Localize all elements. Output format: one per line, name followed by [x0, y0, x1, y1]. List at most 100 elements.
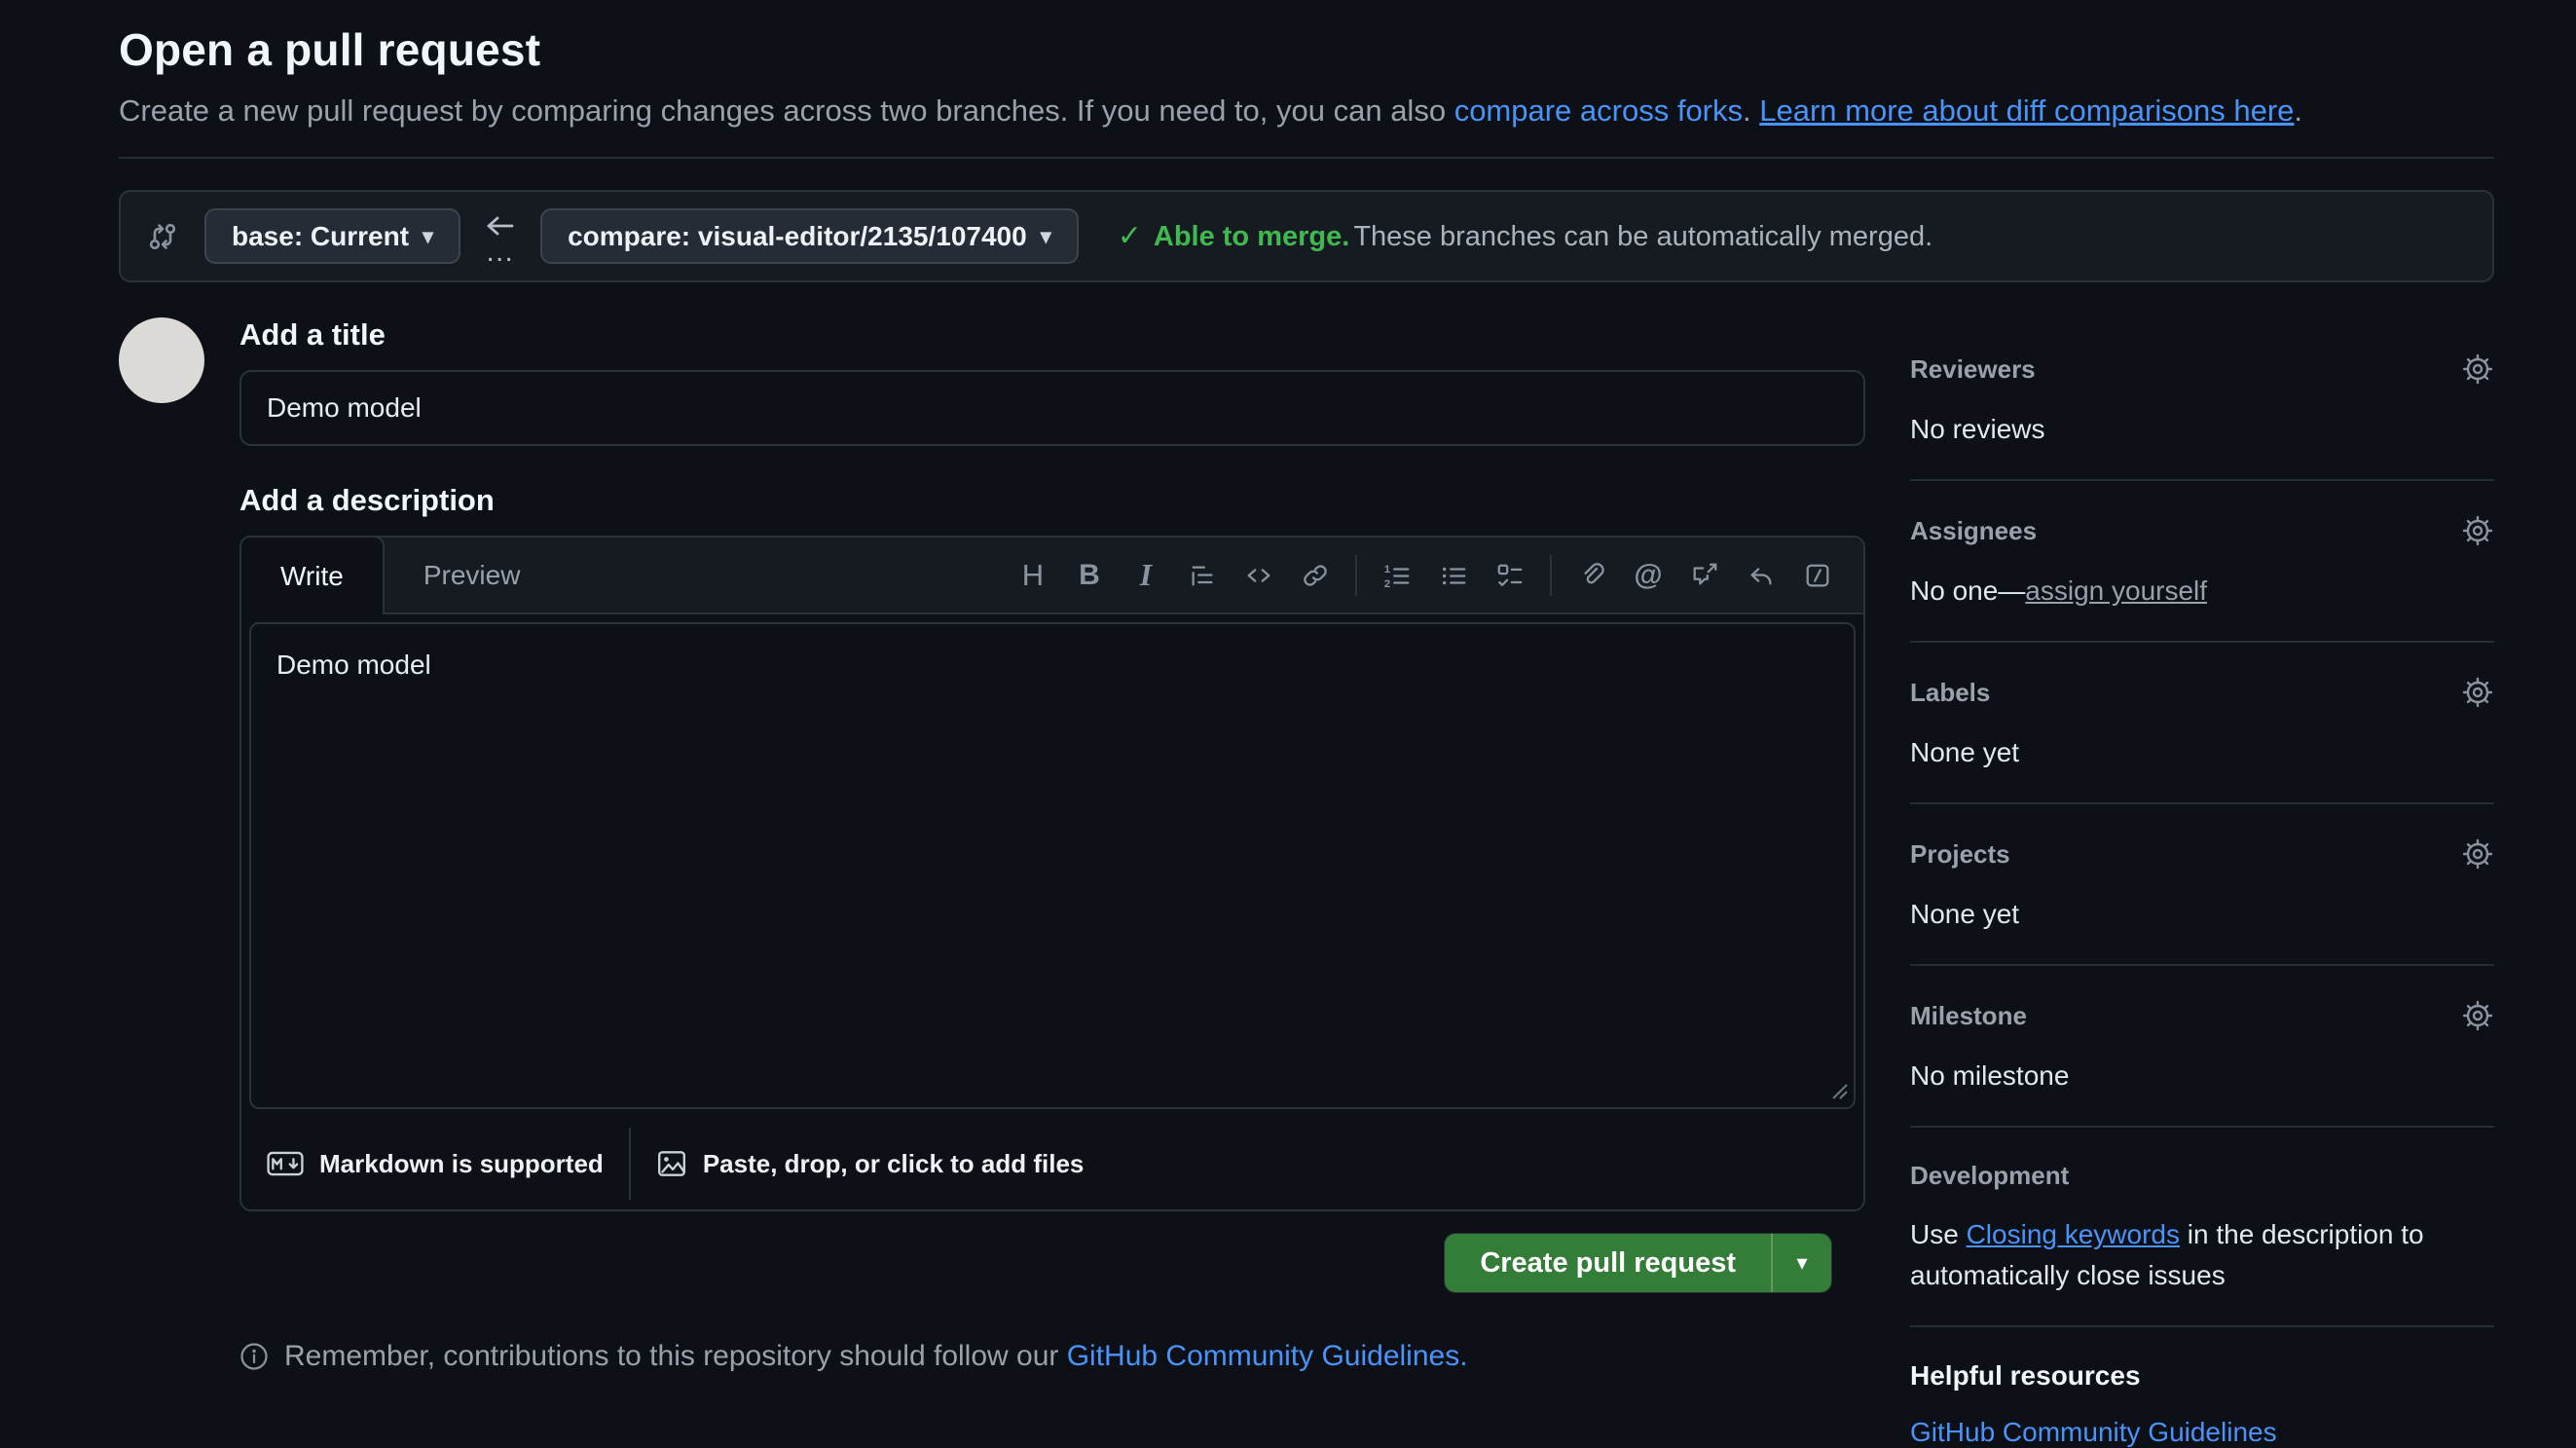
sidebar-section-labels: Labels None yet	[1910, 676, 2494, 804]
compare-branch-selector[interactable]: compare: visual-editor/2135/107400 ▾	[540, 208, 1079, 264]
heading-button[interactable]: H	[1005, 544, 1061, 607]
markdown-toolbar: H B I 12	[1005, 538, 1863, 613]
community-guidelines-link[interactable]: GitHub Community Guidelines.	[1067, 1340, 1468, 1372]
numbered-list-icon: 12	[1382, 561, 1412, 590]
paperclip-icon	[1577, 561, 1606, 590]
reviewers-gear-button[interactable]	[2461, 353, 2494, 386]
compare-direction: …	[482, 211, 519, 262]
base-branch-label: base: Current	[232, 221, 409, 252]
submit-row: Create pull request ▾	[239, 1233, 1865, 1293]
avatar-column	[119, 317, 239, 1448]
markdown-supported[interactable]: Markdown is supported	[267, 1149, 604, 1179]
pr-description-textarea[interactable]: Demo model	[249, 622, 1856, 1109]
subtitle-text: Create a new pull request by comparing c…	[119, 93, 1454, 128]
header-divider	[119, 157, 2494, 159]
learn-more-diff-link[interactable]: Learn more about diff comparisons here	[1759, 93, 2294, 128]
italic-button[interactable]: I	[1118, 544, 1174, 607]
projects-value: None yet	[1910, 894, 2494, 935]
milestone-title: Milestone	[1910, 1001, 2027, 1031]
gear-icon	[2461, 514, 2494, 547]
labels-gear-button[interactable]	[2461, 676, 2494, 709]
page-title: Open a pull request	[119, 23, 2494, 76]
tab-preview[interactable]: Preview	[385, 538, 560, 613]
gear-icon	[2461, 676, 2494, 709]
bold-button[interactable]: B	[1061, 544, 1118, 607]
helpful-resources-title: Helpful resources	[1910, 1360, 2494, 1392]
helpful-resources: Helpful resources GitHub Community Guide…	[1910, 1360, 2494, 1448]
title-field-label: Add a title	[239, 317, 1865, 353]
caret-down-icon: ▾	[423, 226, 433, 247]
toolbar-separator	[1355, 555, 1357, 596]
editor-footer: Markdown is supported Paste, drop, or cl…	[241, 1122, 1863, 1209]
closing-keywords-link[interactable]: Closing keywords	[1967, 1219, 2180, 1249]
labels-title: Labels	[1910, 678, 1990, 708]
svg-text:2: 2	[1384, 578, 1390, 590]
merge-status-detail: These branches can be automatically merg…	[1353, 221, 1932, 252]
attach-files-label: Paste, drop, or click to add files	[703, 1149, 1085, 1179]
toolbar-separator	[1550, 555, 1552, 596]
bullet-list-button[interactable]	[1425, 544, 1482, 607]
sidebar-section-assignees: Assignees No one—assign yourself	[1910, 514, 2494, 643]
subtitle-text: .	[2294, 93, 2302, 128]
merge-status: ✓ Able to merge.These branches can be au…	[1118, 219, 1932, 253]
attach-file-button[interactable]	[1564, 544, 1620, 607]
task-list-icon	[1495, 561, 1525, 590]
link-button[interactable]	[1287, 544, 1343, 607]
mention-icon: @	[1634, 559, 1662, 592]
code-button[interactable]	[1231, 544, 1287, 607]
resize-grip[interactable]	[1830, 1082, 1850, 1106]
link-icon	[1301, 561, 1330, 590]
markdown-editor: Write Preview H B I	[239, 536, 1865, 1211]
sidebar-section-reviewers: Reviewers No reviews	[1910, 353, 2494, 481]
slash-command-button[interactable]	[1789, 544, 1846, 607]
avatar	[119, 317, 204, 403]
create-pull-request-button[interactable]: Create pull request	[1445, 1234, 1771, 1292]
gear-icon	[2461, 999, 2494, 1032]
sidebar-section-projects: Projects None yet	[1910, 837, 2494, 966]
create-pull-request-dropdown[interactable]: ▾	[1771, 1234, 1831, 1292]
merge-status-title: Able to merge.	[1154, 221, 1349, 252]
pr-form: Add a title Add a description Write Prev…	[239, 317, 1865, 1448]
attach-files-area[interactable]: Paste, drop, or click to add files	[656, 1148, 1085, 1179]
svg-text:1: 1	[1384, 564, 1390, 575]
check-icon: ✓	[1118, 219, 1142, 253]
compare-across-forks-link[interactable]: compare across forks	[1454, 93, 1743, 128]
assign-yourself-link[interactable]: assign yourself	[2025, 575, 2207, 606]
page-header: Open a pull request Create a new pull re…	[119, 23, 2494, 131]
helpful-community-guidelines-link[interactable]: GitHub Community Guidelines	[1910, 1417, 2277, 1448]
image-icon	[656, 1148, 687, 1179]
markdown-icon	[267, 1151, 304, 1176]
community-guidelines-note: Remember, contributions to this reposito…	[239, 1340, 1865, 1373]
development-title: Development	[1910, 1161, 2069, 1191]
description-field-label: Add a description	[239, 483, 1865, 518]
cross-reference-button[interactable]	[1676, 544, 1733, 607]
subtitle-text: .	[1743, 93, 1759, 128]
task-list-button[interactable]	[1482, 544, 1538, 607]
reviewers-title: Reviewers	[1910, 354, 2036, 385]
branch-compare-bar: base: Current ▾ … compare: visual-editor…	[119, 190, 2494, 282]
development-text: Use	[1910, 1219, 1967, 1249]
quote-button[interactable]	[1174, 544, 1231, 607]
loading-dots: …	[485, 242, 516, 262]
assignees-value: No one—	[1910, 575, 2025, 606]
assignees-title: Assignees	[1910, 516, 2037, 546]
editor-tab-bar: Write Preview H B I	[241, 538, 1863, 614]
labels-value: None yet	[1910, 732, 2494, 773]
numbered-list-button[interactable]: 12	[1369, 544, 1425, 607]
reviewers-value: No reviews	[1910, 409, 2494, 450]
bold-icon: B	[1079, 559, 1100, 592]
tab-write[interactable]: Write	[239, 536, 385, 614]
reply-button[interactable]	[1733, 544, 1789, 607]
projects-gear-button[interactable]	[2461, 837, 2494, 871]
compare-branch-label: compare: visual-editor/2135/107400	[568, 221, 1027, 252]
assignees-gear-button[interactable]	[2461, 514, 2494, 547]
reply-icon	[1747, 561, 1776, 590]
caret-down-icon: ▾	[1796, 1250, 1807, 1276]
mention-button[interactable]: @	[1620, 544, 1676, 607]
sidebar-section-milestone: Milestone No milestone	[1910, 999, 2494, 1128]
gear-icon	[2461, 837, 2494, 871]
base-branch-selector[interactable]: base: Current ▾	[204, 208, 460, 264]
milestone-gear-button[interactable]	[2461, 999, 2494, 1032]
pr-title-input[interactable]	[239, 370, 1865, 446]
caret-down-icon: ▾	[1041, 226, 1051, 247]
